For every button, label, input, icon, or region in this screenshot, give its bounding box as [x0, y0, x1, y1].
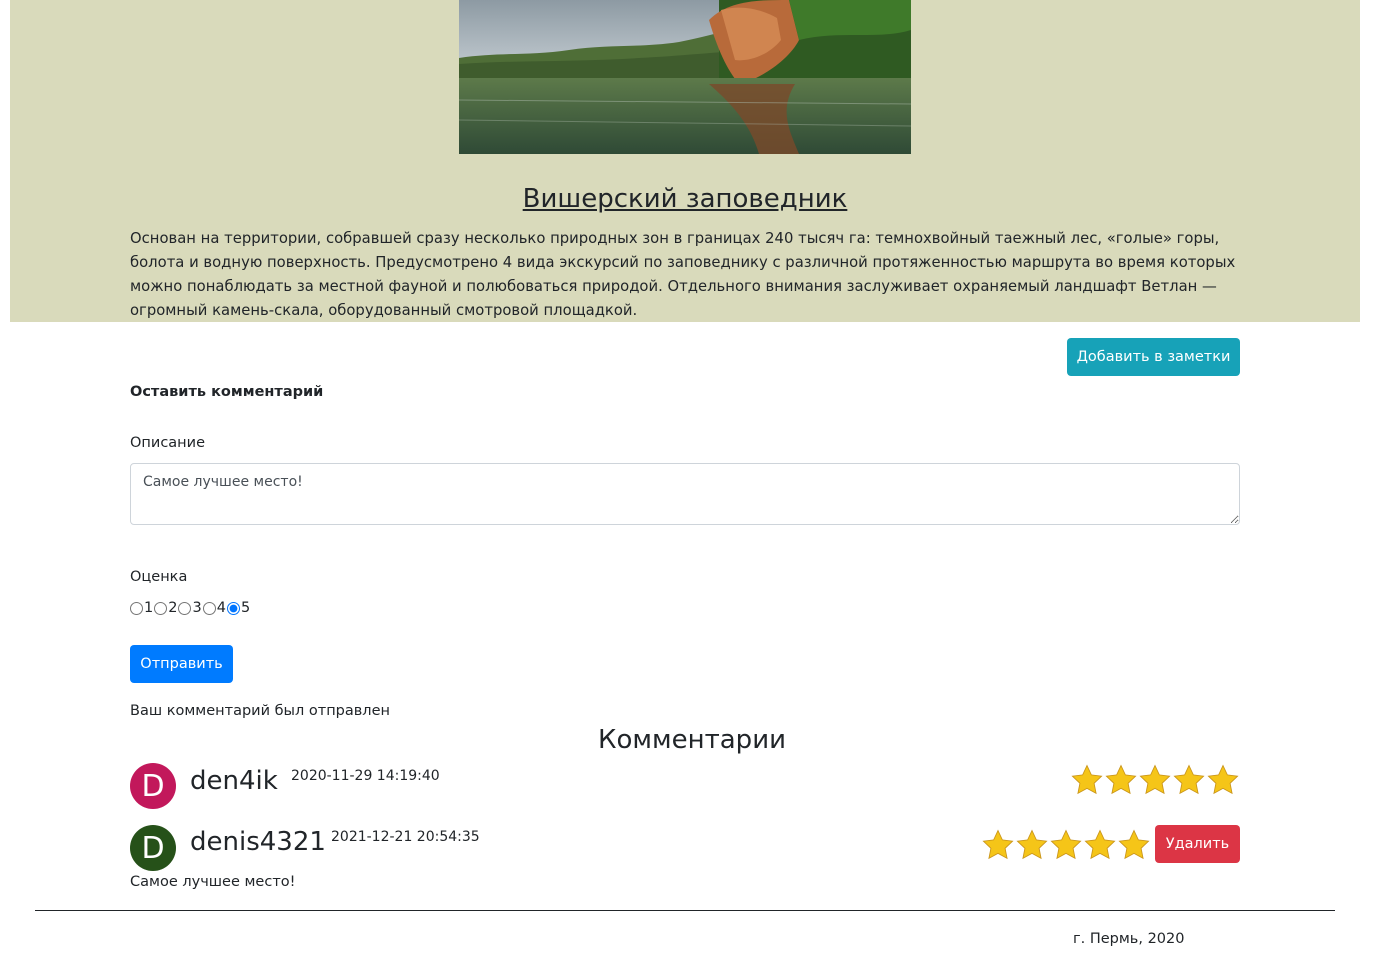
submit-status-message: Ваш комментарий был отправлен	[130, 703, 390, 719]
star-icon	[1050, 829, 1082, 860]
add-to-notes-button[interactable]: Добавить в заметки	[1067, 338, 1240, 376]
delete-comment-button[interactable]: Удалить	[1155, 825, 1240, 863]
place-description: Основан на территории, собравшей сразу н…	[130, 230, 1236, 319]
place-title[interactable]: Вишерский заповедник	[10, 184, 1360, 214]
comment-form-heading: Оставить комментарий	[130, 384, 324, 400]
rating-radio-1[interactable]	[130, 601, 143, 615]
rating-radio-3[interactable]	[178, 601, 192, 615]
star-icon	[1084, 829, 1116, 860]
avatar: D	[130, 763, 176, 809]
footer-divider	[35, 910, 1335, 911]
comments-title: Комментарии	[598, 725, 786, 755]
star-icon	[1139, 764, 1171, 795]
star-icon	[1118, 829, 1150, 860]
star-icon	[1173, 764, 1205, 795]
star-icon	[1071, 764, 1103, 795]
rating-radio-2[interactable]	[154, 601, 168, 615]
comment-rating-stars	[1070, 763, 1240, 797]
comment-date: 2020-11-29 14:19:40	[291, 768, 440, 784]
comment-text: Самое лучшее место!	[130, 874, 296, 890]
star-icon	[1105, 764, 1137, 795]
rating-option-2[interactable]: 2	[154, 600, 178, 616]
rating-label: Оценка	[130, 569, 188, 585]
rating-option-5[interactable]: 5	[226, 600, 251, 616]
rating-radio-4[interactable]	[202, 601, 216, 615]
description-label: Описание	[130, 435, 205, 451]
place-photo	[459, 0, 911, 154]
place-hero: Вишерский заповедник Основан на территор…	[10, 0, 1360, 322]
comment-username: denis4321	[190, 827, 326, 857]
rating-option-3[interactable]: 3	[178, 600, 202, 616]
footer-text: г. Пермь, 2020	[1073, 931, 1185, 947]
comment-username: den4ik	[190, 766, 278, 796]
rating-option-1[interactable]: 1	[130, 600, 154, 616]
submit-button[interactable]: Отправить	[130, 645, 233, 683]
comment-date: 2021-12-21 20:54:35	[331, 829, 480, 845]
rating-radio-5[interactable]	[226, 601, 240, 615]
rating-option-4[interactable]: 4	[202, 600, 227, 616]
star-icon	[1016, 829, 1048, 860]
description-textarea[interactable]: Самое лучшее место!	[130, 463, 1240, 525]
avatar: D	[130, 825, 176, 871]
comment-rating-stars	[981, 828, 1151, 862]
rating-radio-group: 1 2 3 4 5	[130, 600, 251, 616]
star-icon	[982, 829, 1014, 860]
star-icon	[1207, 764, 1239, 795]
